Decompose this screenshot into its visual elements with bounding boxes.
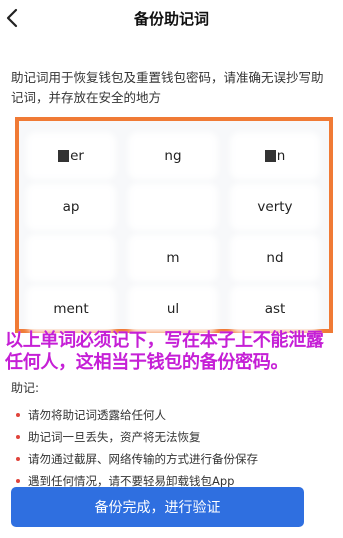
mnemonic-word: ment: [32, 291, 110, 327]
backup-mnemonic-screen: 备份助记词 助记词用于恢复钱包及重置钱包密码，请准确无误抄写助记词，并存放在安全…: [0, 0, 343, 538]
tip-item: 请勿通过截屏、网络传输的方式进行备份保存: [14, 448, 334, 470]
mnemonic-word: m: [134, 240, 212, 276]
mnemonic-word: verty: [236, 189, 314, 225]
mnemonic-word: [32, 240, 110, 276]
redaction-mark: [264, 150, 276, 162]
description-text: 助记词用于恢复钱包及重置钱包密码，请准确无误抄写助记词，并存放在安全的地方: [11, 70, 324, 105]
mnemonic-word: [134, 189, 212, 225]
mnemonic-word: n: [236, 138, 314, 174]
mnemonic-word: er: [32, 138, 110, 174]
page-title: 备份助记词: [133, 10, 209, 28]
mnemonic-word: ast: [236, 291, 314, 327]
mnemonic-word: nd: [236, 240, 314, 276]
tips-list: 请勿将助记词透露给任何人 助记词一旦丢失，资产将无法恢复 请勿通过截屏、网络传输…: [14, 404, 334, 492]
top-bar: 备份助记词: [0, 0, 343, 40]
tips-title: 助记:: [11, 381, 40, 395]
mnemonic-word: ap: [32, 189, 110, 225]
confirm-backup-button[interactable]: 备份完成，进行验证: [11, 487, 304, 527]
mnemonic-grid: er ng n ap verty m nd ment ul ast: [15, 117, 333, 333]
tip-item: 请勿将助记词透露给任何人: [14, 404, 334, 426]
redaction-mark: [58, 150, 70, 162]
mnemonic-word: ul: [134, 291, 212, 327]
handwritten-annotation: 以上单词必须记下，写在本子上不能泄露任何人，这相当于钱包的备份密码。: [5, 330, 324, 373]
tip-item: 助记词一旦丢失，资产将无法恢复: [14, 426, 334, 448]
mnemonic-word: ng: [134, 138, 212, 174]
